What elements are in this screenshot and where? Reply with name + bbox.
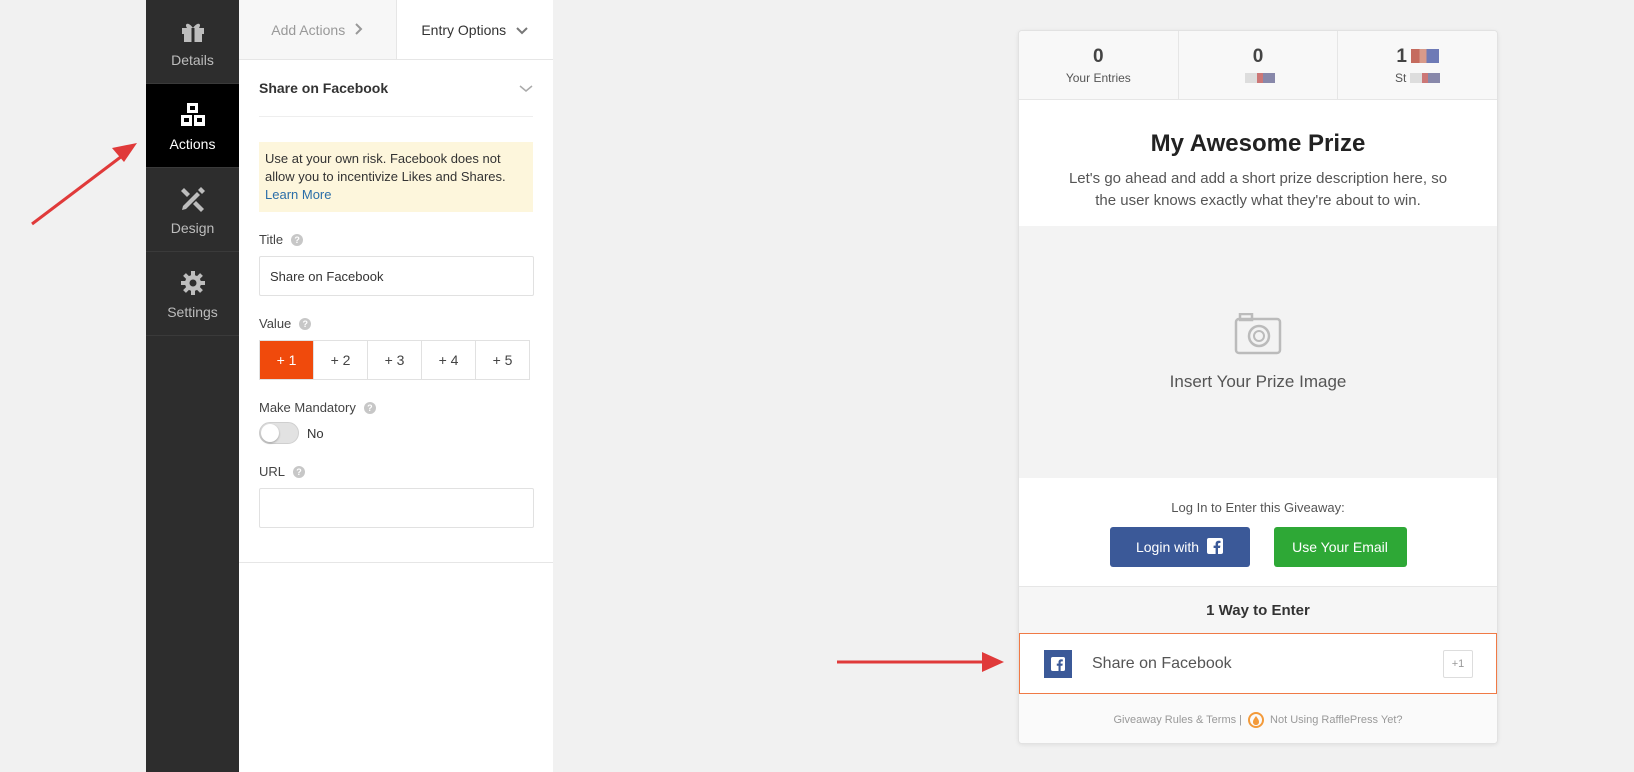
- entry-label: Share on Facebook: [1092, 654, 1232, 672]
- tab-entry-options[interactable]: Entry Options: [395, 0, 553, 59]
- redaction-mark: [1410, 49, 1439, 64]
- facebook-warning: Use at your own risk. Facebook does not …: [259, 142, 533, 212]
- stat-value-text: 1: [1396, 45, 1407, 67]
- entry-share-facebook[interactable]: Share on Facebook +1: [1019, 633, 1497, 694]
- stat-label: Your Entries: [1065, 70, 1131, 85]
- stats-bar: 0 Your Entries 0 1 St: [1019, 31, 1497, 100]
- sidebar-item-label: Actions: [169, 135, 216, 152]
- login-facebook-label: Login with: [1135, 539, 1200, 555]
- mandatory-toggle-row: No: [259, 422, 533, 444]
- tab-add-actions[interactable]: Add Actions: [239, 0, 396, 59]
- use-email-button[interactable]: Use Your Email: [1273, 527, 1407, 567]
- value-option-1[interactable]: + 1: [260, 341, 314, 379]
- stat-total-entries: 0: [1179, 31, 1339, 99]
- rules-link[interactable]: Giveaway Rules & Terms |: [1113, 714, 1242, 726]
- help-icon[interactable]: ?: [299, 317, 312, 330]
- chevron-down-icon: [516, 22, 528, 38]
- toggle-state: No: [307, 425, 324, 441]
- help-icon[interactable]: ?: [293, 465, 306, 478]
- entry-options-panel: Add Actions Entry Options Share on Faceb…: [239, 0, 553, 772]
- sidebar-item-details[interactable]: Details: [146, 0, 239, 84]
- field-label-text: Make Mandatory: [259, 400, 356, 415]
- annotation-arrowhead-sidebar: [112, 143, 137, 162]
- mandatory-label: Make Mandatory ?: [259, 400, 533, 415]
- field-label-text: Value: [259, 316, 292, 331]
- camera-icon: [1234, 312, 1282, 358]
- value-option-3[interactable]: + 3: [368, 341, 422, 379]
- prize-description: Let's go ahead and add a short prize des…: [1068, 170, 1448, 209]
- giveaway-preview: 0 Your Entries 0 1 St My Awesome Prize L…: [1018, 30, 1498, 744]
- warning-text: Use at your own risk. Facebook does not …: [265, 151, 506, 184]
- rafflepress-logo-icon: [1248, 712, 1265, 728]
- value-selector: + 1 + 2 + 3 + 4 + 5: [259, 340, 530, 380]
- stat-label-redacted: [1241, 71, 1275, 85]
- sidebar-item-label: Details: [171, 51, 214, 68]
- stat-value: 1: [1396, 46, 1439, 68]
- ways-to-enter-header: 1 Way to Enter: [1019, 586, 1497, 633]
- annotation-arrow-sidebar: [31, 151, 127, 226]
- annotation-arrowhead-entry: [982, 652, 1004, 672]
- value-option-4[interactable]: + 4: [422, 341, 476, 379]
- sidebar-item-label: Settings: [167, 303, 218, 320]
- redaction-mark: [1410, 73, 1441, 84]
- sidebar-item-label: Design: [170, 219, 215, 236]
- section-title: Share on Facebook: [259, 80, 389, 96]
- stat-value: 0: [1093, 45, 1104, 67]
- stat-days-left: 1 St: [1338, 31, 1497, 99]
- panel-divider: [239, 562, 553, 563]
- gift-icon: [178, 16, 208, 46]
- panel-tabs: Add Actions Entry Options: [239, 0, 553, 60]
- preview-footer: Giveaway Rules & Terms | Not Using Raffl…: [1019, 694, 1497, 743]
- stat-value: 0: [1252, 45, 1264, 67]
- builder-sidebar: Details Actions Design Settings: [146, 0, 239, 772]
- title-input-value: Share on Facebook: [270, 268, 384, 284]
- toggle-knob: [261, 424, 279, 442]
- stat-label-text: St: [1395, 70, 1407, 85]
- pencil-ruler-icon: [178, 184, 208, 214]
- sidebar-item-design[interactable]: Design: [146, 168, 239, 252]
- value-label: Value ?: [259, 316, 533, 331]
- field-label-text: URL: [259, 464, 286, 479]
- section-header[interactable]: Share on Facebook: [259, 60, 533, 117]
- mandatory-toggle[interactable]: [259, 422, 299, 444]
- url-input[interactable]: [259, 488, 534, 528]
- chevron-down-icon: [519, 80, 533, 96]
- login-facebook-button[interactable]: Login with: [1109, 527, 1250, 567]
- title-input[interactable]: Share on Facebook: [259, 256, 534, 296]
- value-option-5[interactable]: + 5: [476, 341, 529, 379]
- login-area: Log In to Enter this Giveaway: Login wit…: [1019, 478, 1497, 567]
- stat-label: St: [1395, 70, 1441, 85]
- rafflepress-promo-link[interactable]: Not Using RafflePress Yet?: [1270, 714, 1402, 726]
- sidebar-item-settings[interactable]: Settings: [146, 252, 239, 336]
- field-label-text: Title: [259, 232, 284, 247]
- value-option-2[interactable]: + 2: [314, 341, 368, 379]
- login-prompt: Log In to Enter this Giveaway:: [1171, 500, 1345, 515]
- facebook-icon: [1044, 649, 1072, 678]
- login-buttons: Login with Use Your Email: [1019, 527, 1497, 567]
- redaction-mark: [1245, 73, 1275, 84]
- facebook-icon: [1207, 537, 1224, 557]
- cubes-icon: [178, 100, 208, 130]
- tab-label: Entry Options: [421, 21, 507, 38]
- tab-label: Add Actions: [271, 21, 346, 38]
- entry-points-badge: +1: [1443, 649, 1473, 678]
- learn-more-link[interactable]: Learn More: [265, 187, 331, 202]
- prize-image-text: Insert Your Prize Image: [1169, 371, 1347, 391]
- prize-title: My Awesome Prize: [1150, 130, 1366, 157]
- sidebar-item-actions[interactable]: Actions: [146, 84, 239, 168]
- help-icon[interactable]: ?: [363, 401, 376, 414]
- prize-image-placeholder[interactable]: Insert Your Prize Image: [1019, 226, 1497, 478]
- stat-your-entries: 0 Your Entries: [1019, 31, 1179, 99]
- title-label: Title ?: [259, 232, 533, 247]
- chevron-right-icon: [355, 22, 363, 38]
- help-icon[interactable]: ?: [291, 233, 304, 246]
- gear-icon: [178, 268, 208, 298]
- url-label: URL ?: [259, 464, 533, 479]
